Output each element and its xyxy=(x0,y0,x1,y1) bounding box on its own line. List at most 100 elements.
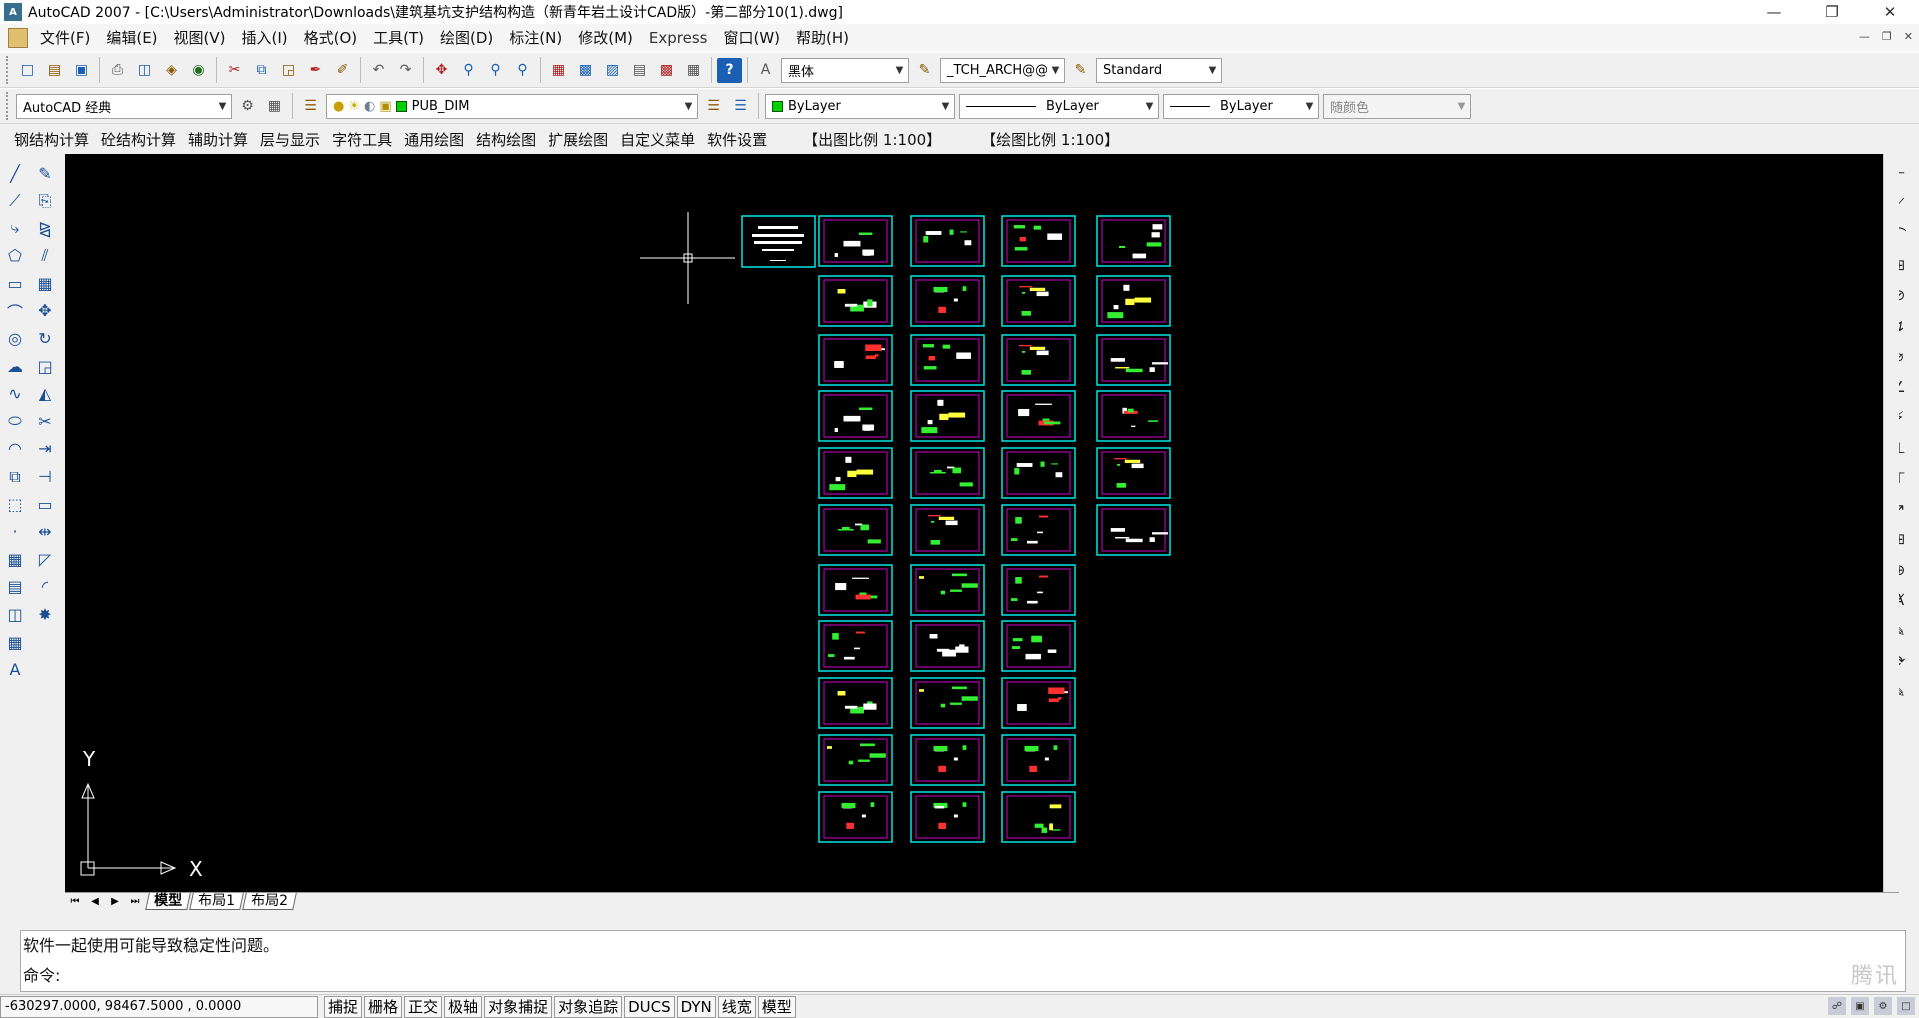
3d-dwf-icon[interactable]: ◉ xyxy=(186,58,211,83)
drawing-sheet[interactable] xyxy=(910,791,985,843)
drawing-sheet[interactable] xyxy=(910,620,985,672)
copy-clip-icon[interactable]: ⧉ xyxy=(249,58,274,83)
drawing-sheet[interactable] xyxy=(1001,447,1076,499)
polygon-icon[interactable]: ⬠ xyxy=(2,243,28,269)
menu-general-draw[interactable]: 通用绘图 xyxy=(398,129,470,150)
drawing-sheet[interactable] xyxy=(910,677,985,729)
match-properties-icon[interactable]: ✒ xyxy=(303,58,328,83)
restore-icon[interactable]: ❐ xyxy=(1803,0,1861,24)
break-at-point-icon[interactable]: ⊣ xyxy=(32,464,58,490)
layer-freeze-icon[interactable]: ☀ xyxy=(348,99,360,114)
drawing-sheet[interactable] xyxy=(1001,390,1076,442)
dim-style-combo[interactable]: _TCH_ARCH@@10 ▼ xyxy=(940,57,1065,83)
otrack-toggle[interactable]: 对象追踪 xyxy=(554,995,623,1018)
paste-icon[interactable]: ◲ xyxy=(276,58,301,83)
cover-sheet[interactable] xyxy=(741,215,816,268)
zoom-realtime-icon[interactable]: ⚲ xyxy=(456,58,481,83)
make-block-icon[interactable]: ⬚ xyxy=(2,491,28,517)
close-icon[interactable]: ✕ xyxy=(1861,0,1919,24)
drawing-canvas[interactable]: Y X xyxy=(65,154,1883,892)
construction-line-icon[interactable]: ⟋ xyxy=(2,188,28,214)
layer-previous-icon[interactable]: ☰ xyxy=(728,94,753,119)
drawing-sheet[interactable] xyxy=(818,504,893,556)
osnap-toggle[interactable]: 对象捕捉 xyxy=(484,995,553,1018)
drawing-sheet[interactable] xyxy=(910,334,985,386)
last-tab-icon[interactable]: ⏭ xyxy=(125,894,145,910)
vertical-scrollbar[interactable] xyxy=(1883,154,1899,892)
drawing-sheet[interactable] xyxy=(1096,215,1171,267)
drawing-sheet[interactable] xyxy=(818,390,893,442)
tab-layout2[interactable]: 布局2 xyxy=(242,893,297,910)
menu-window[interactable]: 窗口(W) xyxy=(715,24,788,52)
drawing-sheet[interactable] xyxy=(818,334,893,386)
ducs-toggle[interactable]: DUCS xyxy=(624,995,675,1018)
menu-dimension[interactable]: 标注(N) xyxy=(501,24,570,52)
menu-file[interactable]: 文件(F) xyxy=(32,24,98,52)
make-layer-current-icon[interactable]: ☰ xyxy=(701,94,726,119)
linetype-combo[interactable]: ByLayer ▼ xyxy=(959,93,1159,119)
tab-layout1[interactable]: 布局1 xyxy=(189,893,244,910)
polyline-icon[interactable]: ⤷ xyxy=(2,215,28,241)
next-tab-icon[interactable]: ▶ xyxy=(105,894,125,910)
menu-express[interactable]: Express xyxy=(641,24,716,52)
plot-scale-label[interactable]: 【出图比例 1:100】 xyxy=(793,129,951,150)
menu-custom[interactable]: 自定义菜单 xyxy=(614,129,701,150)
drawing-sheet[interactable] xyxy=(1001,275,1076,327)
drawing-sheet[interactable] xyxy=(818,620,893,672)
menu-draw[interactable]: 绘图(D) xyxy=(432,24,501,52)
draw-scale-label[interactable]: 【绘图比例 1:100】 xyxy=(971,129,1129,150)
menu-format[interactable]: 格式(O) xyxy=(296,24,366,52)
table-icon[interactable]: ▦ xyxy=(2,629,28,655)
lineweight-combo[interactable]: ByLayer ▼ xyxy=(1163,93,1319,119)
extend-icon[interactable]: ⇥ xyxy=(32,436,58,462)
prev-tab-icon[interactable]: ◀ xyxy=(85,894,105,910)
menu-modify[interactable]: 修改(M) xyxy=(570,24,641,52)
drawing-sheet[interactable] xyxy=(818,275,893,327)
lineweight-toggle[interactable]: 线宽 xyxy=(717,995,756,1018)
drawing-sheet[interactable] xyxy=(1096,334,1171,386)
drawing-sheet[interactable] xyxy=(818,734,893,786)
dyn-toggle[interactable]: DYN xyxy=(676,995,716,1018)
copy-icon[interactable]: ⎘ xyxy=(32,188,58,214)
document-icon[interactable] xyxy=(8,28,28,48)
drawing-sheet[interactable] xyxy=(1096,447,1171,499)
menu-extended-draw[interactable]: 扩展绘图 xyxy=(542,129,614,150)
hatch-icon[interactable]: ▦ xyxy=(2,546,28,572)
doc-close-icon[interactable]: ✕ xyxy=(1904,30,1913,43)
circle-icon[interactable]: ◎ xyxy=(2,326,28,352)
command-prompt[interactable]: 命令: xyxy=(21,961,1905,991)
snap-toggle[interactable]: 捕捉 xyxy=(324,995,363,1018)
menu-concrete-calc[interactable]: 砼结构计算 xyxy=(95,129,182,150)
drawing-sheet[interactable] xyxy=(1001,215,1076,267)
drawing-sheet[interactable] xyxy=(910,504,985,556)
menu-view[interactable]: 视图(V) xyxy=(166,24,234,52)
layer-lock-icon[interactable]: ▣ xyxy=(379,99,391,114)
calculator-icon[interactable]: ▦ xyxy=(681,58,706,83)
insert-block-icon[interactable]: ⧉ xyxy=(2,464,28,490)
drawing-sheet[interactable] xyxy=(910,275,985,327)
menu-edit[interactable]: 编辑(E) xyxy=(98,24,165,52)
stretch-icon[interactable]: ◭ xyxy=(32,381,58,407)
mtext-icon[interactable]: A xyxy=(2,657,28,683)
trim-icon[interactable]: ✂ xyxy=(32,408,58,434)
drawing-sheet[interactable] xyxy=(1001,334,1076,386)
cut-icon[interactable]: ✂ xyxy=(222,58,247,83)
drawing-sheet[interactable] xyxy=(818,791,893,843)
scale-icon[interactable]: ◲ xyxy=(32,353,58,379)
mirror-icon[interactable]: ⧎ xyxy=(32,215,58,241)
menu-aux-calc[interactable]: 辅助计算 xyxy=(182,129,254,150)
first-tab-icon[interactable]: ⏮ xyxy=(65,894,85,910)
publish-icon[interactable]: ◈ xyxy=(159,58,184,83)
plot-icon[interactable]: ⎙ xyxy=(105,58,130,83)
drawing-sheet[interactable] xyxy=(1096,275,1171,327)
drawing-svg[interactable]: Y X xyxy=(65,154,1883,892)
ellipse-arc-icon[interactable]: ◠ xyxy=(2,436,28,462)
drawing-sheet[interactable] xyxy=(1001,564,1076,616)
text-style-icon[interactable]: A xyxy=(753,58,778,83)
array-icon[interactable]: ▦ xyxy=(32,270,58,296)
save-icon[interactable]: ▣ xyxy=(69,58,94,83)
drawing-sheet[interactable] xyxy=(1001,620,1076,672)
sheet-set-icon[interactable]: ▤ xyxy=(627,58,652,83)
layer-viewport-icon[interactable]: ◐ xyxy=(364,99,375,114)
move-icon[interactable]: ✥ xyxy=(32,298,58,324)
